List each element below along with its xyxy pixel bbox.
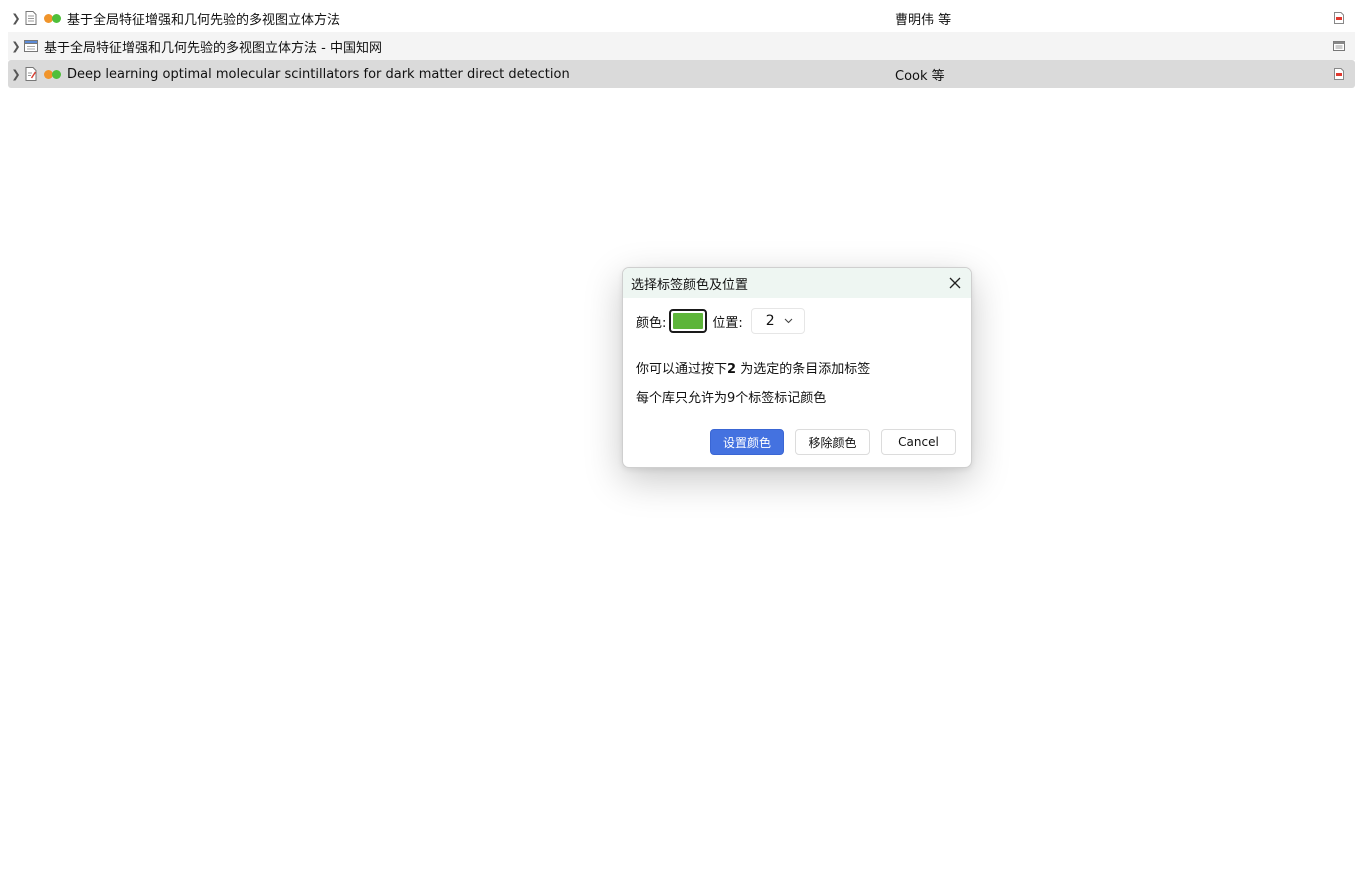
remove-color-button[interactable]: 移除颜色 [795, 429, 870, 455]
tag-color-dialog: 选择标签颜色及位置 颜色: 位置: 2 你可以通过按下2 为选定的条目添加标签 … [622, 267, 972, 468]
document-icon [24, 11, 38, 25]
pdf-icon[interactable] [1333, 68, 1345, 80]
set-color-button[interactable]: 设置颜色 [710, 429, 784, 455]
color-swatch [673, 313, 704, 329]
close-icon [949, 277, 961, 289]
item-title: 基于全局特征增强和几何先验的多视图立体方法 [67, 12, 341, 28]
close-button[interactable] [945, 273, 965, 293]
item-row[interactable]: ❯ Deep learning optimal molecular scinti… [8, 60, 1355, 88]
item-title: 基于全局特征增强和几何先验的多视图立体方法 - 中国知网 [44, 40, 382, 56]
shortcut-key: 2 [727, 362, 737, 377]
item-creator: Cook 等 [895, 68, 945, 84]
chevron-down-icon [784, 318, 793, 324]
shortcut-hint: 你可以通过按下2 为选定的条目添加标签 [636, 358, 870, 377]
dialog-header: 选择标签颜色及位置 [623, 268, 971, 298]
snapshot-icon[interactable] [1333, 40, 1345, 52]
zotero-main-window: ❯ 基于全局特征增强和几何先验的多视图立体方法 曹明伟 等 ❯ 基于全局特征增强… [0, 0, 1363, 888]
cancel-button[interactable]: Cancel [881, 429, 956, 455]
position-label: 位置: [712, 315, 743, 331]
tag-colors [44, 69, 61, 79]
tag-colors [44, 13, 61, 23]
dialog-title: 选择标签颜色及位置 [631, 277, 749, 293]
shortcut-hint-suffix: 为选定的条目添加标签 [736, 362, 871, 377]
item-row[interactable]: ❯ 基于全局特征增强和几何先验的多视图立体方法 曹明伟 等 [8, 4, 1355, 32]
color-position-controls: 颜色: 位置: 2 [636, 308, 805, 334]
position-value: 2 [765, 313, 775, 329]
color-picker-button[interactable] [669, 309, 708, 333]
preprint-icon [24, 67, 38, 81]
tag-dot-green [52, 13, 61, 23]
expand-chevron-icon[interactable]: ❯ [8, 68, 24, 81]
item-title: Deep learning optimal molecular scintill… [67, 66, 570, 82]
expand-chevron-icon[interactable]: ❯ [8, 12, 24, 25]
item-creator: 曹明伟 等 [895, 12, 952, 28]
expand-chevron-icon[interactable]: ❯ [8, 40, 24, 53]
item-row[interactable]: ❯ 基于全局特征增强和几何先验的多视图立体方法 - 中国知网 [8, 32, 1355, 60]
shortcut-hint-prefix: 你可以通过按下 [636, 362, 728, 377]
item-list: ❯ 基于全局特征增强和几何先验的多视图立体方法 曹明伟 等 ❯ 基于全局特征增强… [8, 4, 1355, 88]
color-limit-note: 每个库只允许为9个标签标记颜色 [636, 391, 827, 406]
pdf-icon[interactable] [1333, 12, 1345, 24]
tag-dot-green [52, 69, 61, 79]
position-select[interactable]: 2 [750, 308, 805, 334]
webpage-icon [24, 39, 38, 53]
color-label: 颜色: [636, 315, 667, 331]
dialog-buttons: 设置颜色 移除颜色 Cancel [710, 429, 956, 455]
